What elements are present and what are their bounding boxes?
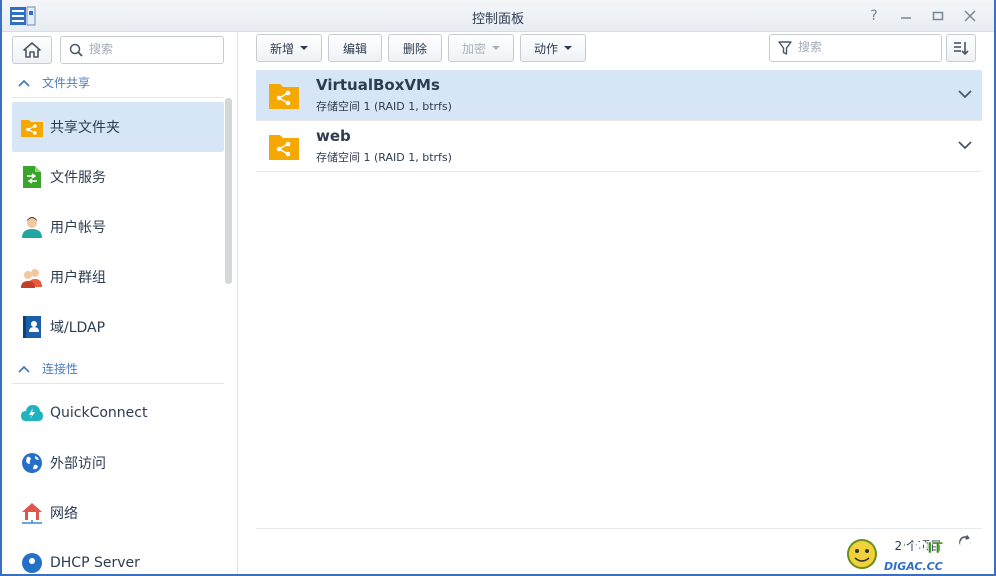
action-button[interactable]: 动作 xyxy=(520,34,586,62)
sidebar-item-label: 域/LDAP xyxy=(50,320,106,336)
create-button-label: 新增 xyxy=(269,41,294,56)
delete-button-label: 删除 xyxy=(402,41,427,56)
sidebar-item-external-access[interactable]: 外部访问 xyxy=(12,438,224,488)
encrypt-button-label: 加密 xyxy=(461,41,486,56)
edit-button[interactable]: 编辑 xyxy=(328,34,382,62)
sidebar-item-label: 用户帐号 xyxy=(50,220,106,236)
folder-location: 存储空间 1 (RAID 1, btrfs) xyxy=(316,100,452,113)
filter-icon xyxy=(778,41,792,55)
sidebar-item-label: 文件服务 xyxy=(50,170,106,186)
sidebar-item-label: 用户群组 xyxy=(50,270,106,286)
sidebar-item-file-services[interactable]: 文件服务 xyxy=(12,152,224,202)
sidebar-item-quickconnect[interactable]: QuickConnect xyxy=(12,388,224,438)
file-services-icon xyxy=(20,165,44,189)
caret-down-icon xyxy=(564,46,572,50)
folder-row-web[interactable]: web 存储空间 1 (RAID 1, btrfs) xyxy=(256,121,982,172)
quickconnect-icon xyxy=(20,401,44,425)
folder-row-virtualboxvms[interactable]: VirtualBoxVMs 存储空间 1 (RAID 1, btrfs) xyxy=(256,70,982,121)
sidebar-item-label: 外部访问 xyxy=(50,456,106,472)
home-icon xyxy=(23,42,41,58)
shared-folder-icon xyxy=(268,131,300,161)
maximize-icon[interactable] xyxy=(928,6,948,26)
minimize-icon[interactable] xyxy=(896,6,916,26)
sort-icon xyxy=(954,42,969,56)
user-icon xyxy=(20,215,44,239)
edit-button-label: 编辑 xyxy=(342,41,367,56)
chevron-up-icon xyxy=(18,365,36,373)
section-label: 文件共享 xyxy=(42,76,91,90)
external-access-icon xyxy=(20,451,44,475)
sidebar-item-network[interactable]: 网络 xyxy=(12,488,224,538)
dhcp-server-icon xyxy=(20,551,44,574)
caret-down-icon xyxy=(492,46,500,50)
svg-text:DIGAC.CC: DIGAC.CC xyxy=(884,560,943,573)
help-icon[interactable]: ? xyxy=(864,6,884,26)
create-button[interactable]: 新增 xyxy=(256,34,322,62)
sidebar: 文件共享 共享文件夹 文件服务 用户帐号 用户群组 域/LDAP 连接性 xyxy=(2,32,238,574)
folder-name: VirtualBoxVMs xyxy=(316,76,440,94)
chevron-down-icon[interactable] xyxy=(958,88,972,103)
group-icon xyxy=(20,265,44,289)
sidebar-search[interactable] xyxy=(60,36,224,64)
delete-button[interactable]: 删除 xyxy=(388,34,442,62)
section-label: 连接性 xyxy=(42,362,79,376)
sidebar-scrollbar[interactable] xyxy=(225,98,232,284)
caret-down-icon xyxy=(300,46,308,50)
chevron-up-icon xyxy=(18,79,36,87)
shared-folder-icon xyxy=(268,80,300,110)
folder-location: 存储空间 1 (RAID 1, btrfs) xyxy=(316,151,452,164)
section-header-connectivity[interactable]: 连接性 xyxy=(12,354,224,384)
network-icon xyxy=(20,501,44,525)
chevron-down-icon[interactable] xyxy=(958,139,972,154)
sidebar-search-input[interactable] xyxy=(89,42,217,56)
sidebar-item-label: 共享文件夹 xyxy=(50,120,120,136)
search-icon xyxy=(69,43,83,57)
action-button-label: 动作 xyxy=(533,41,558,56)
encrypt-button[interactable]: 加密 xyxy=(448,34,514,62)
svg-text:爱人的IT信息地: 爱人的IT信息地 xyxy=(882,539,988,557)
close-icon[interactable] xyxy=(960,6,980,26)
folder-name: web xyxy=(316,127,351,145)
watermark-logo: 爱人的IT信息地 DIGAC.CC xyxy=(844,532,994,574)
sidebar-item-dhcp-server[interactable]: DHCP Server xyxy=(12,538,224,574)
domain-ldap-icon xyxy=(20,315,44,339)
main-panel: 新增 编辑 删除 加密 动作 VirtualBoxVMs 存储空间 1 (RAI… xyxy=(239,32,994,574)
filter-search[interactable] xyxy=(769,34,942,62)
sidebar-item-domain-ldap[interactable]: 域/LDAP xyxy=(12,302,224,352)
shared-folder-icon xyxy=(20,115,44,139)
section-header-file-sharing[interactable]: 文件共享 xyxy=(12,68,224,98)
sidebar-item-label: QuickConnect xyxy=(50,405,148,421)
title-bar: 控制面板 ? xyxy=(2,0,994,32)
sort-button[interactable] xyxy=(946,34,976,62)
sidebar-item-label: DHCP Server xyxy=(50,555,140,571)
sidebar-item-user[interactable]: 用户帐号 xyxy=(12,202,224,252)
sidebar-item-shared-folder[interactable]: 共享文件夹 xyxy=(12,102,224,152)
control-panel-window: 控制面板 ? 文件共享 共享文件夹 文件服务 xyxy=(0,0,996,576)
filter-search-input[interactable] xyxy=(798,40,936,54)
sidebar-item-label: 网络 xyxy=(50,506,78,522)
home-button[interactable] xyxy=(12,36,52,64)
window-title: 控制面板 xyxy=(471,12,524,27)
sidebar-item-group[interactable]: 用户群组 xyxy=(12,252,224,302)
